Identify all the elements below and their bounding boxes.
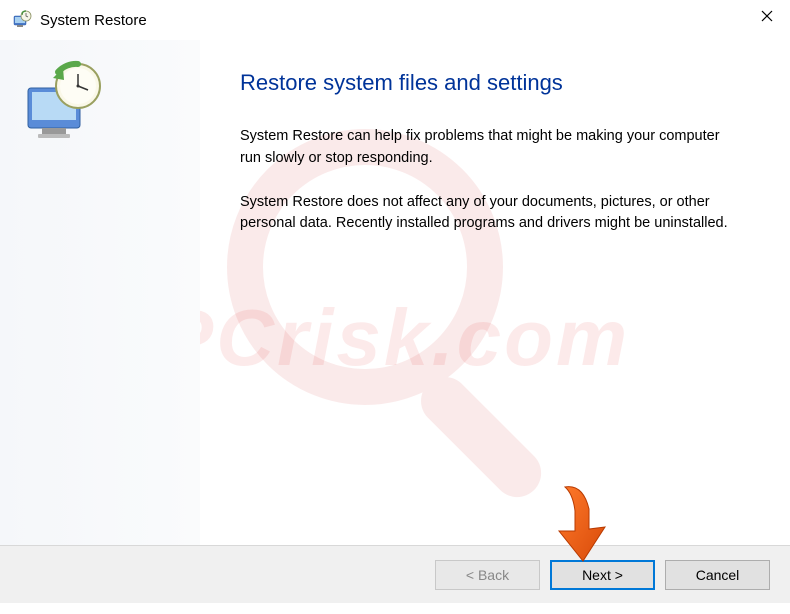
- restore-large-icon: [20, 60, 110, 150]
- close-button[interactable]: [744, 0, 790, 32]
- system-restore-window: PCrisk.com System Restore: [0, 0, 790, 614]
- titlebar: System Restore: [0, 0, 790, 40]
- system-restore-icon: [12, 10, 32, 30]
- window-title: System Restore: [40, 12, 778, 29]
- main-content: Restore system files and settings System…: [200, 40, 790, 545]
- button-bar: < Back Next > Cancel: [0, 545, 790, 603]
- next-button[interactable]: Next >: [550, 560, 655, 590]
- cancel-button[interactable]: Cancel: [665, 560, 770, 590]
- description-paragraph-2: System Restore does not affect any of yo…: [240, 192, 740, 236]
- page-heading: Restore system files and settings: [240, 70, 750, 96]
- content-area: Restore system files and settings System…: [0, 40, 790, 545]
- close-icon: [761, 10, 773, 22]
- left-pane: [0, 40, 200, 545]
- description-paragraph-1: System Restore can help fix problems tha…: [240, 126, 740, 170]
- back-button: < Back: [435, 560, 540, 590]
